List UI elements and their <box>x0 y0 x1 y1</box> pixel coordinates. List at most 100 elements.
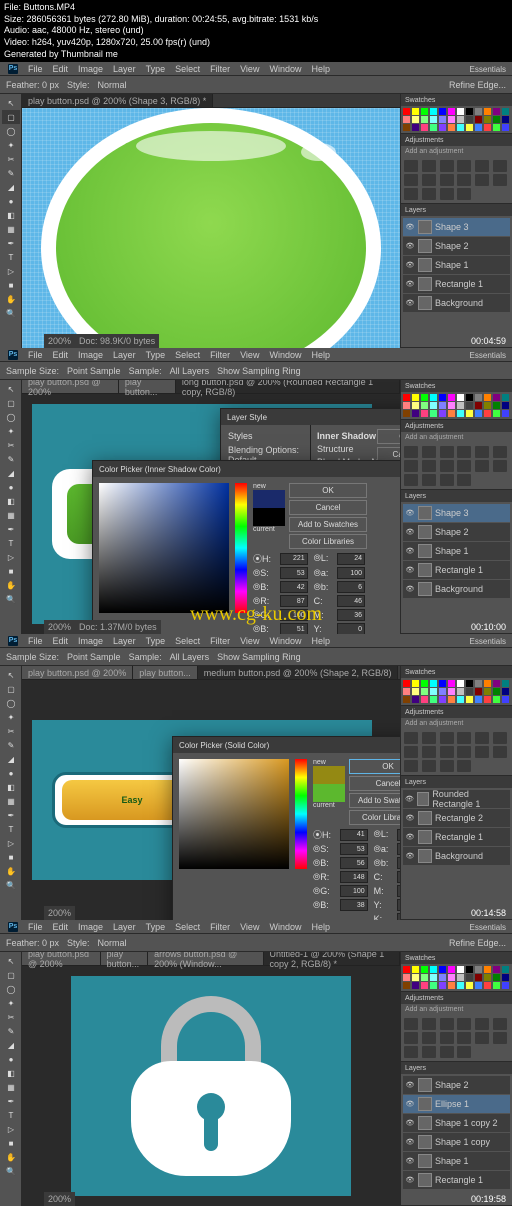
visibility-icon[interactable]: 👁 <box>405 1080 415 1090</box>
layer-row[interactable]: 👁Background <box>403 294 510 312</box>
menu-select[interactable]: Select <box>175 636 200 646</box>
swatch[interactable] <box>403 394 410 401</box>
swatch[interactable] <box>493 982 500 989</box>
tool-icon[interactable]: ✂ <box>2 1010 20 1024</box>
swatch[interactable] <box>502 410 509 417</box>
tool-icon[interactable]: ▷ <box>2 836 20 850</box>
swatch[interactable] <box>475 410 482 417</box>
menu-view[interactable]: View <box>240 636 259 646</box>
adjustment-icon[interactable] <box>422 732 436 744</box>
val-c[interactable] <box>397 871 400 883</box>
swatch[interactable] <box>439 394 446 401</box>
menu-edit[interactable]: Edit <box>53 64 69 74</box>
tool-icon[interactable]: 🔍 <box>2 1164 20 1178</box>
picker-cancel-button[interactable]: Cancel <box>349 776 400 791</box>
layer-row[interactable]: 👁Rectangle 1 <box>403 561 510 579</box>
adjustment-icon[interactable] <box>404 160 418 172</box>
swatch[interactable] <box>430 688 437 695</box>
swatch[interactable] <box>457 402 464 409</box>
tool-icon[interactable]: 🔍 <box>2 878 20 892</box>
adjustment-icon[interactable] <box>440 760 454 772</box>
val-b[interactable] <box>280 581 308 593</box>
val-y[interactable] <box>337 623 365 634</box>
swatch[interactable] <box>430 696 437 703</box>
swatch[interactable] <box>475 124 482 131</box>
tool-icon[interactable]: T <box>2 822 20 836</box>
swatch[interactable] <box>403 124 410 131</box>
swatch[interactable] <box>430 680 437 687</box>
layer-row[interactable]: 👁Shape 2 <box>403 237 510 255</box>
swatch[interactable] <box>493 966 500 973</box>
swatch[interactable] <box>502 108 509 115</box>
marquee-tool-icon[interactable]: ▢ <box>2 110 20 124</box>
visibility-icon[interactable]: 👁 <box>405 1118 415 1128</box>
swatch[interactable] <box>484 688 491 695</box>
swatch[interactable] <box>475 696 482 703</box>
adjustment-icon[interactable] <box>440 1032 454 1044</box>
menu-help[interactable]: Help <box>311 922 330 932</box>
text-tool-icon[interactable]: T <box>2 250 20 264</box>
swatch[interactable] <box>457 982 464 989</box>
swatch[interactable] <box>484 680 491 687</box>
visibility-icon[interactable]: 👁 <box>405 222 415 232</box>
adjustment-icon[interactable] <box>422 460 436 472</box>
swatch[interactable] <box>475 688 482 695</box>
swatch[interactable] <box>421 124 428 131</box>
swatch[interactable] <box>439 974 446 981</box>
menu-layer[interactable]: Layer <box>113 922 136 932</box>
layer-row[interactable]: 👁Shape 3 <box>403 218 510 236</box>
eraser-tool-icon[interactable]: ◧ <box>2 208 20 222</box>
swatch[interactable] <box>448 688 455 695</box>
swatch[interactable] <box>430 124 437 131</box>
tool-icon[interactable]: ◧ <box>2 494 20 508</box>
swatch[interactable] <box>466 688 473 695</box>
swatch[interactable] <box>403 982 410 989</box>
swatch[interactable] <box>403 696 410 703</box>
adjustment-icon[interactable] <box>493 732 507 744</box>
picker-ok-button[interactable]: OK <box>349 759 400 774</box>
tool-icon[interactable]: ▷ <box>2 1122 20 1136</box>
layer-row[interactable]: 👁Rectangle 1 <box>403 828 510 846</box>
swatch[interactable] <box>439 124 446 131</box>
adjustment-icon[interactable] <box>440 1046 454 1058</box>
menu-layer[interactable]: Layer <box>113 64 136 74</box>
swatch[interactable] <box>448 402 455 409</box>
picker-addsw-button[interactable]: Add to Swatches <box>289 517 367 532</box>
layer-row[interactable]: 👁Shape 1 <box>403 256 510 274</box>
swatch[interactable] <box>403 966 410 973</box>
adjustment-icon[interactable] <box>457 732 471 744</box>
swatch[interactable] <box>502 394 509 401</box>
adjustment-icon[interactable] <box>422 1046 436 1058</box>
doc-tab-1[interactable]: play button.psd @ 200% <box>22 666 133 679</box>
hand-tool-icon[interactable]: ✋ <box>2 292 20 306</box>
swatch[interactable] <box>421 966 428 973</box>
tool-icon[interactable]: ◯ <box>2 696 20 710</box>
adjustment-icon[interactable] <box>440 460 454 472</box>
tool-icon[interactable]: ✒ <box>2 808 20 822</box>
visibility-icon[interactable]: 👁 <box>405 565 415 575</box>
adjustment-icon[interactable] <box>422 174 436 186</box>
swatch[interactable] <box>403 680 410 687</box>
adjustment-icon[interactable] <box>440 446 454 458</box>
menu-filter[interactable]: Filter <box>210 636 230 646</box>
tool-icon[interactable]: ◧ <box>2 780 20 794</box>
layer-row[interactable]: 👁Shape 1 copy 2 <box>403 1114 510 1132</box>
opt-ring[interactable]: Show Sampling Ring <box>217 652 301 662</box>
menu-type[interactable]: Type <box>146 64 166 74</box>
menu-help[interactable]: Help <box>311 636 330 646</box>
swatch[interactable] <box>412 116 419 123</box>
swatch[interactable] <box>421 394 428 401</box>
swatch[interactable] <box>475 394 482 401</box>
adjustment-icon[interactable] <box>475 1018 489 1030</box>
tool-icon[interactable]: ✒ <box>2 522 20 536</box>
swatch[interactable] <box>466 982 473 989</box>
tool-icon[interactable]: T <box>2 1108 20 1122</box>
swatch[interactable] <box>466 108 473 115</box>
swatch[interactable] <box>421 982 428 989</box>
visibility-icon[interactable]: 👁 <box>405 546 415 556</box>
swatch[interactable] <box>493 402 500 409</box>
doc-tab-2[interactable]: play button... <box>133 666 198 679</box>
swatches-grid[interactable] <box>401 106 512 133</box>
layer-row[interactable]: 👁Shape 3 <box>403 504 510 522</box>
swatch[interactable] <box>466 680 473 687</box>
